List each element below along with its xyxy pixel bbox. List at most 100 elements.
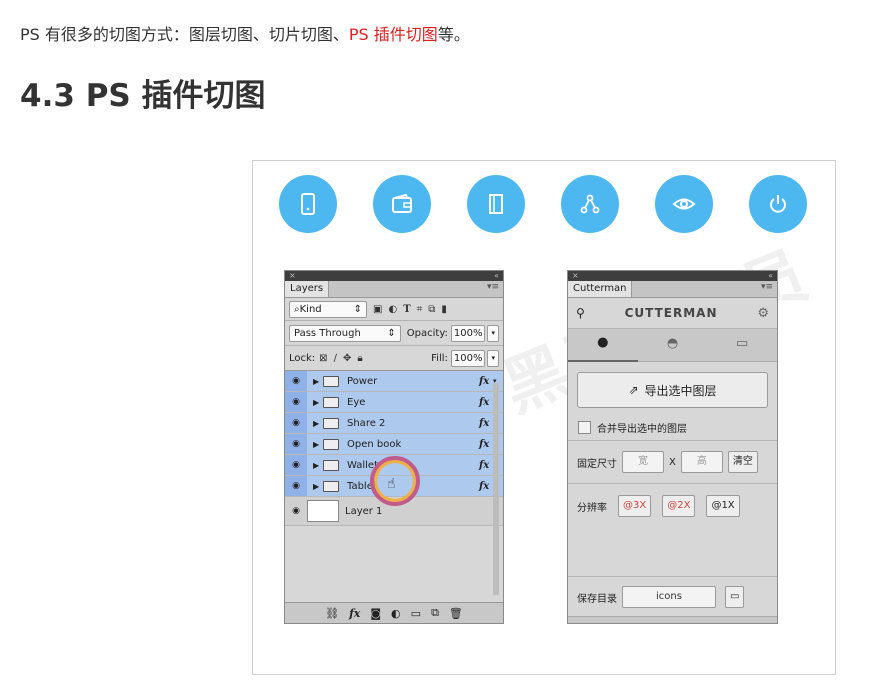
fx-icon[interactable]: fx (479, 376, 493, 387)
shape-filter-icon[interactable]: ⌗ (417, 304, 423, 315)
share-icon (561, 175, 619, 233)
lock-all-icon[interactable]: 🔒︎ (357, 353, 362, 364)
layer-row[interactable]: ◉ ▶ Power fx ▾ (285, 371, 503, 392)
collapse-icon[interactable]: « (768, 271, 773, 281)
intro-highlight-link[interactable]: PS 插件切图 (349, 25, 438, 44)
layers-scrollbar[interactable] (493, 383, 499, 595)
res-1x-button[interactable]: @1X (706, 495, 740, 517)
visibility-eye-icon[interactable]: ◉ (285, 413, 307, 433)
wallet-icon (373, 175, 431, 233)
platform-tabs: ● ◓ ▭ (568, 329, 777, 362)
layer-name: Eye (347, 396, 366, 408)
smart-object-filter-icon[interactable]: ⧉ (428, 304, 435, 315)
fx-icon[interactable]: fx (479, 418, 493, 429)
visibility-eye-icon[interactable]: ◉ (285, 506, 307, 516)
res-2x-button[interactable]: @2X (662, 495, 696, 517)
fill-dropdown-icon[interactable]: ▾ (487, 349, 499, 367)
expand-arrow-icon[interactable]: ▶ (313, 461, 323, 470)
layer-thumbnail (307, 500, 339, 522)
expand-arrow-icon[interactable]: ▶ (313, 377, 323, 386)
layer-name: Share 2 (347, 417, 386, 429)
adjustment-layer-icon[interactable]: ◐ (391, 607, 401, 620)
close-icon[interactable]: × (572, 271, 579, 281)
cutterman-panel: × « Cutterman ▾≡ ⚲ CUTTERMAN ⚙ ● ◓ ▭ ⇗ 导出… (567, 270, 778, 624)
fx-icon[interactable]: fx (479, 460, 493, 471)
layer-name: Layer 1 (345, 505, 383, 517)
expand-arrow-icon[interactable]: ▶ (313, 419, 323, 428)
layer-row[interactable]: ◉▶Share 2fx▾ (285, 413, 503, 434)
folder-icon (323, 396, 339, 408)
desktop-icon[interactable]: ▭ (707, 329, 777, 361)
layers-footer-toolbar: ⛓ fx ◙ ◐ ▭ ⧉ 🗑︎ (285, 602, 503, 623)
visibility-eye-icon[interactable]: ◉ (285, 476, 307, 496)
layer-name: Power (347, 375, 378, 387)
fixed-size-label: 固定尺寸 (577, 458, 617, 470)
folder-icon (323, 459, 339, 471)
power-icon (749, 175, 807, 233)
visibility-eye-icon[interactable]: ◉ (285, 455, 307, 475)
new-layer-icon[interactable]: ⧉ (431, 606, 439, 620)
link-layers-icon[interactable]: ⛓ (325, 607, 339, 620)
width-input[interactable]: 宽 (622, 451, 664, 473)
lock-brush-icon[interactable]: ∕ (334, 353, 337, 364)
blend-mode-select[interactable]: Pass Through ⇕ (289, 324, 401, 342)
android-icon[interactable]: ◓ (638, 329, 708, 361)
user-icon[interactable]: ⚲ (576, 306, 585, 320)
lock-pixels-icon[interactable]: ⊠ (319, 353, 327, 364)
visibility-eye-icon[interactable]: ◉ (285, 434, 307, 454)
opacity-dropdown-icon[interactable]: ▾ (487, 324, 499, 342)
screenshot-figure: 黑马程序员 ×« Layers ▾≡ ⌕Kind ⇕ ▣ ◐ (252, 160, 836, 675)
new-group-icon[interactable]: ▭ (411, 607, 421, 620)
fixed-size-row: 固定尺寸 宽 X 高 清空 (568, 441, 777, 484)
lock-row: Lock: ⊠ ∕ ✥ 🔒︎ Fill: 100% ▾ (285, 346, 503, 371)
close-icon[interactable]: × (289, 271, 296, 281)
fx-icon[interactable]: fx (479, 481, 493, 492)
fill-input[interactable]: 100% (450, 349, 486, 367)
layer-row[interactable]: ◉▶Eyefx▾ (285, 392, 503, 413)
intro-prefix: PS 有很多的切图方式：图层切图、切片切图、 (20, 25, 349, 44)
clear-button[interactable]: 清空 (727, 451, 758, 473)
save-dir-input[interactable]: icons (622, 586, 716, 608)
panel-menu-icon[interactable]: ▾≡ (761, 282, 773, 292)
visibility-eye-icon[interactable]: ◉ (285, 371, 307, 391)
expand-arrow-icon[interactable]: ▶ (313, 398, 323, 407)
panel-menu-icon[interactable]: ▾≡ (487, 282, 499, 292)
filter-toggle-icon[interactable]: ▮ (441, 304, 447, 315)
opacity-input[interactable]: 100% (450, 324, 486, 342)
tablet-icon (279, 175, 337, 233)
export-selected-button[interactable]: ⇗ 导出选中图层 (577, 372, 768, 408)
resolution-row: 分辨率 @3X @2X @1X (568, 484, 777, 528)
collapse-icon[interactable]: « (494, 271, 499, 281)
merge-export-option[interactable]: 合并导出选中的图层 (568, 414, 777, 441)
expand-arrow-icon[interactable]: ▶ (313, 440, 323, 449)
resolution-label: 分辨率 (577, 502, 607, 514)
kind-filter-row: ⌕Kind ⇕ ▣ ◐ T ⌗ ⧉ ▮ (285, 298, 503, 321)
expand-arrow-icon[interactable]: ▶ (313, 482, 323, 491)
lock-label: Lock: (289, 352, 316, 364)
lock-position-icon[interactable]: ✥ (343, 353, 351, 364)
fx-icon[interactable]: fx (479, 439, 493, 450)
merge-checkbox[interactable] (578, 420, 591, 434)
image-filter-icon[interactable]: ▣ (373, 304, 382, 315)
height-input[interactable]: 高 (680, 451, 723, 473)
folder-icon (323, 480, 339, 492)
tab-cutterman[interactable]: Cutterman (568, 281, 633, 297)
adjustment-filter-icon[interactable]: ◐ (388, 304, 397, 315)
layer-row[interactable]: ◉▶Open bookfx▾ (285, 434, 503, 455)
add-style-icon[interactable]: fx (349, 607, 360, 620)
folder-icon (323, 375, 339, 387)
book-icon (467, 175, 525, 233)
gear-icon[interactable]: ⚙ (757, 306, 769, 321)
type-filter-icon[interactable]: T (403, 304, 410, 315)
hand-cursor-icon: ☝ (387, 476, 396, 492)
panel-resize-grip[interactable] (568, 616, 777, 623)
apple-icon[interactable]: ● (568, 328, 638, 362)
visibility-eye-icon[interactable]: ◉ (285, 392, 307, 412)
fx-icon[interactable]: fx (479, 397, 493, 408)
kind-filter-select[interactable]: ⌕Kind ⇕ (289, 300, 367, 318)
tab-layers[interactable]: Layers (285, 281, 330, 297)
res-3x-button[interactable]: @3X (618, 495, 652, 517)
trash-icon[interactable]: 🗑︎ (449, 607, 463, 620)
folder-browse-icon[interactable]: ▭ (725, 586, 745, 608)
add-mask-icon[interactable]: ◙ (370, 607, 381, 620)
